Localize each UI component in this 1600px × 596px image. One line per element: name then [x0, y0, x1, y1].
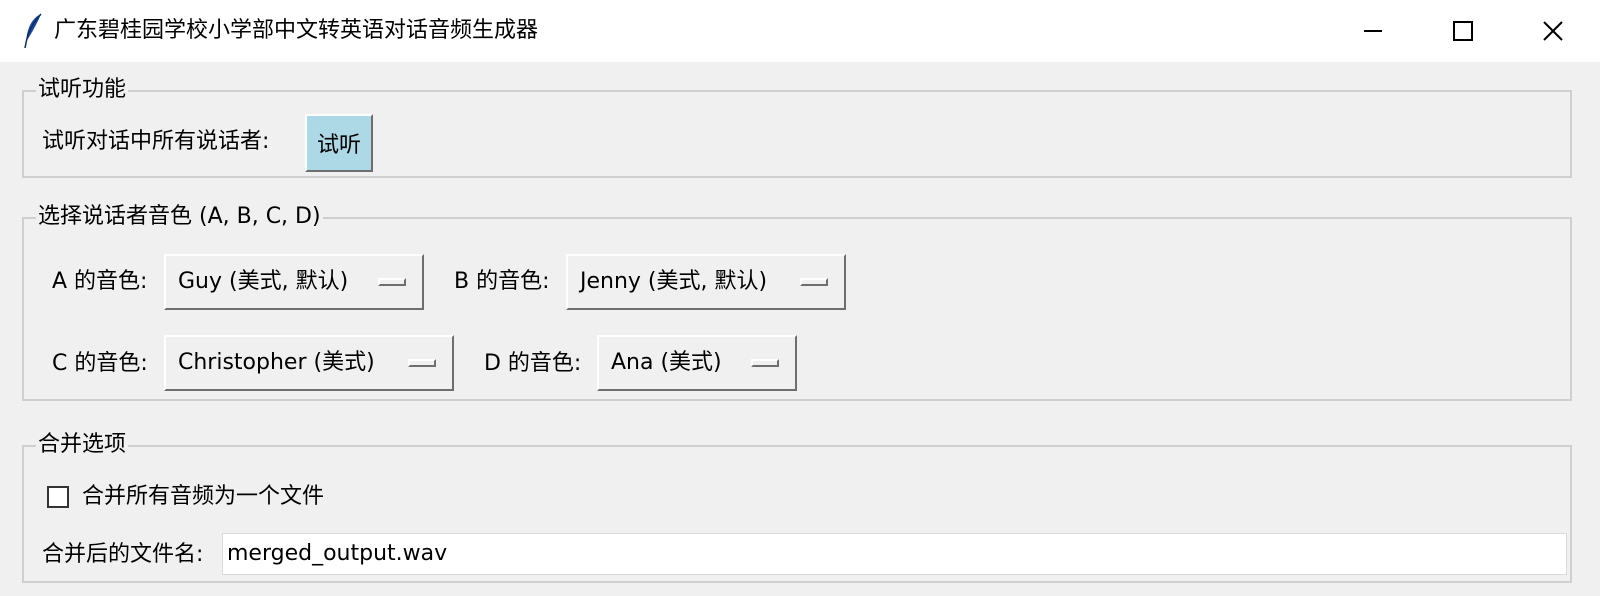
merge-checkbox-label[interactable]: 合并所有音频为一个文件	[82, 483, 324, 511]
voice-a-value: Guy (美式, 默认)	[178, 269, 349, 294]
voice-b-label: B 的音色:	[454, 269, 550, 294]
filename-input[interactable]: merged_output.wav	[222, 533, 1567, 575]
dropdown-indicator-icon	[378, 278, 406, 286]
dropdown-indicator-icon	[800, 278, 828, 286]
title-bar: 广东碧桂园学校小学部中文转英语对话音频生成器	[0, 0, 1600, 62]
filename-label: 合并后的文件名:	[42, 542, 204, 567]
voice-d-value: Ana (美式)	[611, 350, 722, 375]
close-button[interactable]	[1508, 0, 1598, 62]
merge-group-legend: 合并选项	[36, 431, 129, 459]
voice-a-label: A 的音色:	[52, 269, 148, 294]
voice-a-select[interactable]: Guy (美式, 默认)	[164, 254, 424, 310]
voice-d-label: D 的音色:	[484, 351, 582, 376]
maximize-icon	[1453, 21, 1473, 41]
close-icon	[1543, 21, 1563, 41]
minimize-icon	[1364, 30, 1382, 32]
merge-checkbox[interactable]	[47, 486, 69, 508]
voice-c-select[interactable]: Christopher (美式)	[164, 335, 454, 391]
voice-b-select[interactable]: Jenny (美式, 默认)	[566, 254, 846, 310]
maximize-button[interactable]	[1418, 0, 1508, 62]
voice-b-value: Jenny (美式, 默认)	[580, 269, 768, 294]
preview-label: 试听对话中所有说话者:	[42, 129, 270, 154]
preview-button[interactable]: 试听	[305, 114, 373, 172]
window-title: 广东碧桂园学校小学部中文转英语对话音频生成器	[54, 18, 539, 43]
feather-icon	[24, 13, 42, 49]
voice-c-label: C 的音色:	[52, 351, 148, 376]
dropdown-indicator-icon	[751, 359, 779, 367]
voice-group-legend: 选择说话者音色 (A, B, C, D)	[36, 203, 323, 231]
minimize-button[interactable]	[1328, 0, 1418, 62]
dropdown-indicator-icon	[408, 359, 436, 367]
preview-group-legend: 试听功能	[36, 76, 129, 104]
voice-d-select[interactable]: Ana (美式)	[597, 335, 797, 391]
voice-c-value: Christopher (美式)	[178, 350, 375, 375]
